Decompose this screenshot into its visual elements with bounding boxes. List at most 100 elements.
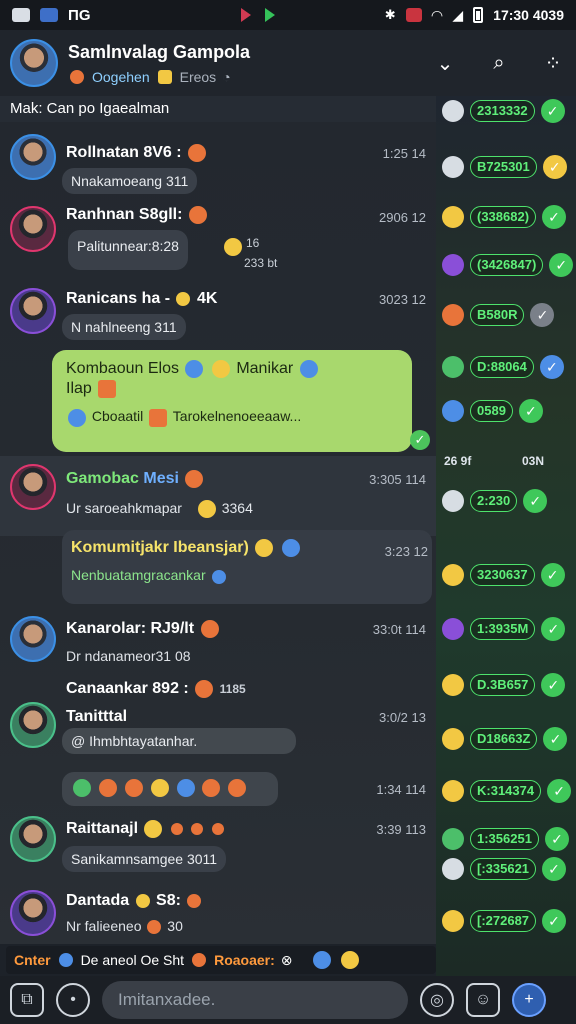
side-row[interactable]: 0589 ✓ bbox=[442, 398, 543, 424]
message-bubble[interactable]: Palitunnear:8:28 bbox=[68, 230, 188, 270]
reaction-icon[interactable] bbox=[98, 779, 117, 798]
reaction-icon[interactable] bbox=[228, 779, 247, 798]
emoji-icon bbox=[187, 893, 202, 908]
notice-right: Roaoaer: bbox=[214, 952, 275, 968]
side-row[interactable]: D.3B657 ✓ bbox=[442, 672, 566, 698]
reaction-icon[interactable] bbox=[124, 779, 143, 798]
message-bubble[interactable]: N nahlneeng 311 bbox=[62, 314, 186, 340]
side-row[interactable]: [:335621 ✓ bbox=[442, 856, 567, 882]
close-icon[interactable]: ⊗ bbox=[281, 952, 293, 969]
side-row[interactable]: 2:230 ✓ bbox=[442, 488, 548, 514]
reaction-bar[interactable] bbox=[62, 772, 278, 806]
bluetooth-icon: ✱ bbox=[384, 7, 396, 22]
sticker-icon[interactable]: ☺ bbox=[466, 983, 500, 1017]
message-bubble[interactable]: Komumitjakr Ibeansjar) Nenbuatamgracanka… bbox=[62, 530, 432, 604]
check-icon: ✓ bbox=[530, 303, 555, 327]
emoji-icon bbox=[211, 360, 230, 378]
smile-emoji-icon bbox=[197, 500, 216, 519]
chevron-down-icon[interactable]: ⌄ bbox=[432, 50, 458, 76]
message-item[interactable]: Canaankar 892 : 1185 Tanitttal 3:0/2 13 … bbox=[0, 678, 436, 770]
smile-emoji-icon bbox=[224, 238, 242, 256]
more-options-icon[interactable]: ⁘ bbox=[540, 50, 566, 76]
emoji-icon bbox=[211, 823, 224, 835]
message-composer: ⧉ • Imitanxadee. ◎ ☺ + bbox=[0, 976, 576, 1024]
reaction-icon[interactable] bbox=[202, 779, 221, 798]
side-row[interactable]: B580R ✓ bbox=[442, 302, 555, 328]
check-icon: ✓ bbox=[541, 617, 566, 641]
message-item[interactable]: Ranhnan S8gll: 2906 12 Palitunnear:8:28 … bbox=[0, 202, 436, 280]
message-list[interactable]: Rollnatan 8V6 : 1:25 14 Nnakamoeang 311 … bbox=[0, 122, 436, 944]
reaction-icon[interactable] bbox=[150, 779, 169, 798]
side-row[interactable]: 1:3935M ✓ bbox=[442, 616, 566, 642]
attach-icon[interactable]: ⧉ bbox=[10, 983, 44, 1017]
reaction-icon[interactable] bbox=[176, 779, 195, 798]
sender-avatar[interactable] bbox=[10, 702, 56, 748]
side-row[interactable]: [:272687 ✓ bbox=[442, 908, 567, 934]
emoji-icon bbox=[170, 823, 183, 835]
sender-avatar[interactable] bbox=[10, 206, 56, 252]
status-dot-icon bbox=[442, 674, 464, 696]
side-row[interactable]: D18663Z ✓ bbox=[442, 726, 568, 752]
status-dot-icon bbox=[442, 156, 464, 178]
message-bubble[interactable]: @ Ihmbhtayatanhar. bbox=[62, 728, 296, 754]
outgoing-message-bubble[interactable]: Kombaoun Elos Manikar Ilap Cboaatil Taro… bbox=[52, 350, 412, 452]
message-item-content[interactable]: Gamobac Mesi 3:305 114 Ur saroeahkmapar … bbox=[0, 460, 436, 534]
check-icon: ✓ bbox=[523, 489, 548, 513]
sender-name: Ranhnan S8gll: bbox=[66, 206, 209, 224]
sticker-icon bbox=[98, 380, 117, 399]
search-icon[interactable]: ⌕ bbox=[486, 50, 512, 76]
notice-bar[interactable]: Cnter De aneol Oe Sht Roaoaer: ⊗ bbox=[6, 946, 436, 974]
sender-avatar[interactable] bbox=[10, 288, 56, 334]
emoji-icon bbox=[149, 408, 168, 427]
message-item[interactable]: Raittanajl 3:39 113 Sanikamnsamgee 3011 bbox=[0, 812, 436, 882]
side-row[interactable]: D:88064 ✓ bbox=[442, 354, 564, 380]
emoji-picker-icon[interactable]: • bbox=[56, 983, 90, 1017]
side-panel: 2313332 ✓ B725301 ✓ (338682) ✓ (3426847) ✓ B… bbox=[436, 96, 576, 976]
message-item[interactable]: Dantada S8: Nr falieeneo 30 bbox=[0, 886, 436, 944]
side-row[interactable]: (3426847) ✓ bbox=[442, 252, 574, 278]
check-icon: ✓ bbox=[540, 563, 565, 587]
message-time: 1:25 14 bbox=[382, 146, 426, 161]
message-time: 2906 12 bbox=[379, 210, 426, 225]
gallery-icon bbox=[12, 8, 30, 22]
pinned-message-bar[interactable]: Mak: Can po Igaealman bbox=[0, 96, 436, 122]
sender-avatar[interactable] bbox=[10, 464, 56, 510]
status-dot-icon bbox=[442, 206, 464, 228]
side-row[interactable]: B725301 ✓ bbox=[442, 154, 567, 180]
add-button[interactable]: + bbox=[512, 983, 546, 1017]
message-item[interactable]: Komumitjakr Ibeansjar) Nenbuatamgracanka… bbox=[0, 530, 436, 610]
notice-icon bbox=[58, 953, 73, 967]
header-text[interactable]: Samlnvalag Gampola Oogehen Ereos ◔ bbox=[68, 42, 250, 85]
side-row[interactable]: K:314374 ✓ bbox=[442, 778, 572, 804]
side-row[interactable]: (338682) ✓ bbox=[442, 204, 567, 230]
status-dot-icon bbox=[442, 304, 464, 326]
sender-avatar[interactable] bbox=[10, 616, 56, 662]
check-icon: ✓ bbox=[518, 399, 543, 423]
group-avatar[interactable] bbox=[10, 39, 58, 87]
sender-name: Rollnatan 8V6 : bbox=[66, 144, 208, 162]
message-item[interactable]: Rollnatan 8V6 : 1:25 14 Nnakamoeang 311 bbox=[0, 130, 436, 200]
message-time: 3:39 113 bbox=[376, 822, 426, 837]
app-icon bbox=[40, 8, 58, 22]
sender-avatar[interactable] bbox=[10, 134, 56, 180]
message-time: 33:0t 114 bbox=[372, 622, 426, 637]
message-item[interactable]: Kanarolar: RJ9/lt 33:0t 114 Dr ndanameor… bbox=[0, 612, 436, 674]
status-dot-icon bbox=[442, 828, 464, 850]
side-row[interactable]: 2313332 ✓ bbox=[442, 98, 565, 124]
sender-name-2: Tanitttal bbox=[66, 708, 128, 725]
message-input[interactable]: Imitanxadee. bbox=[102, 981, 408, 1019]
status-time: 17:30 4039 bbox=[493, 7, 564, 23]
wifi-icon: ◠ bbox=[431, 6, 443, 23]
message-bubble[interactable]: Sanikamnsamgee 3011 bbox=[62, 846, 227, 872]
side-row[interactable]: 3230637 ✓ bbox=[442, 562, 565, 588]
camera-icon[interactable]: ◎ bbox=[420, 983, 454, 1017]
reaction-icon[interactable] bbox=[73, 779, 91, 798]
sender-avatar[interactable] bbox=[10, 816, 56, 862]
message-item[interactable]: Ranicans ha - 4K 3023 12 N nahlneeng 311 bbox=[0, 284, 436, 354]
side-row[interactable]: 1:356251 ✓ bbox=[442, 826, 569, 852]
sender-avatar[interactable] bbox=[10, 890, 56, 936]
message-bubble[interactable]: Nnakamoeang 311 bbox=[62, 168, 198, 194]
notice-icon bbox=[192, 953, 207, 967]
sender-name: Raittanajl bbox=[66, 820, 226, 838]
message-text: Dr ndanameor31 08 bbox=[66, 648, 191, 664]
